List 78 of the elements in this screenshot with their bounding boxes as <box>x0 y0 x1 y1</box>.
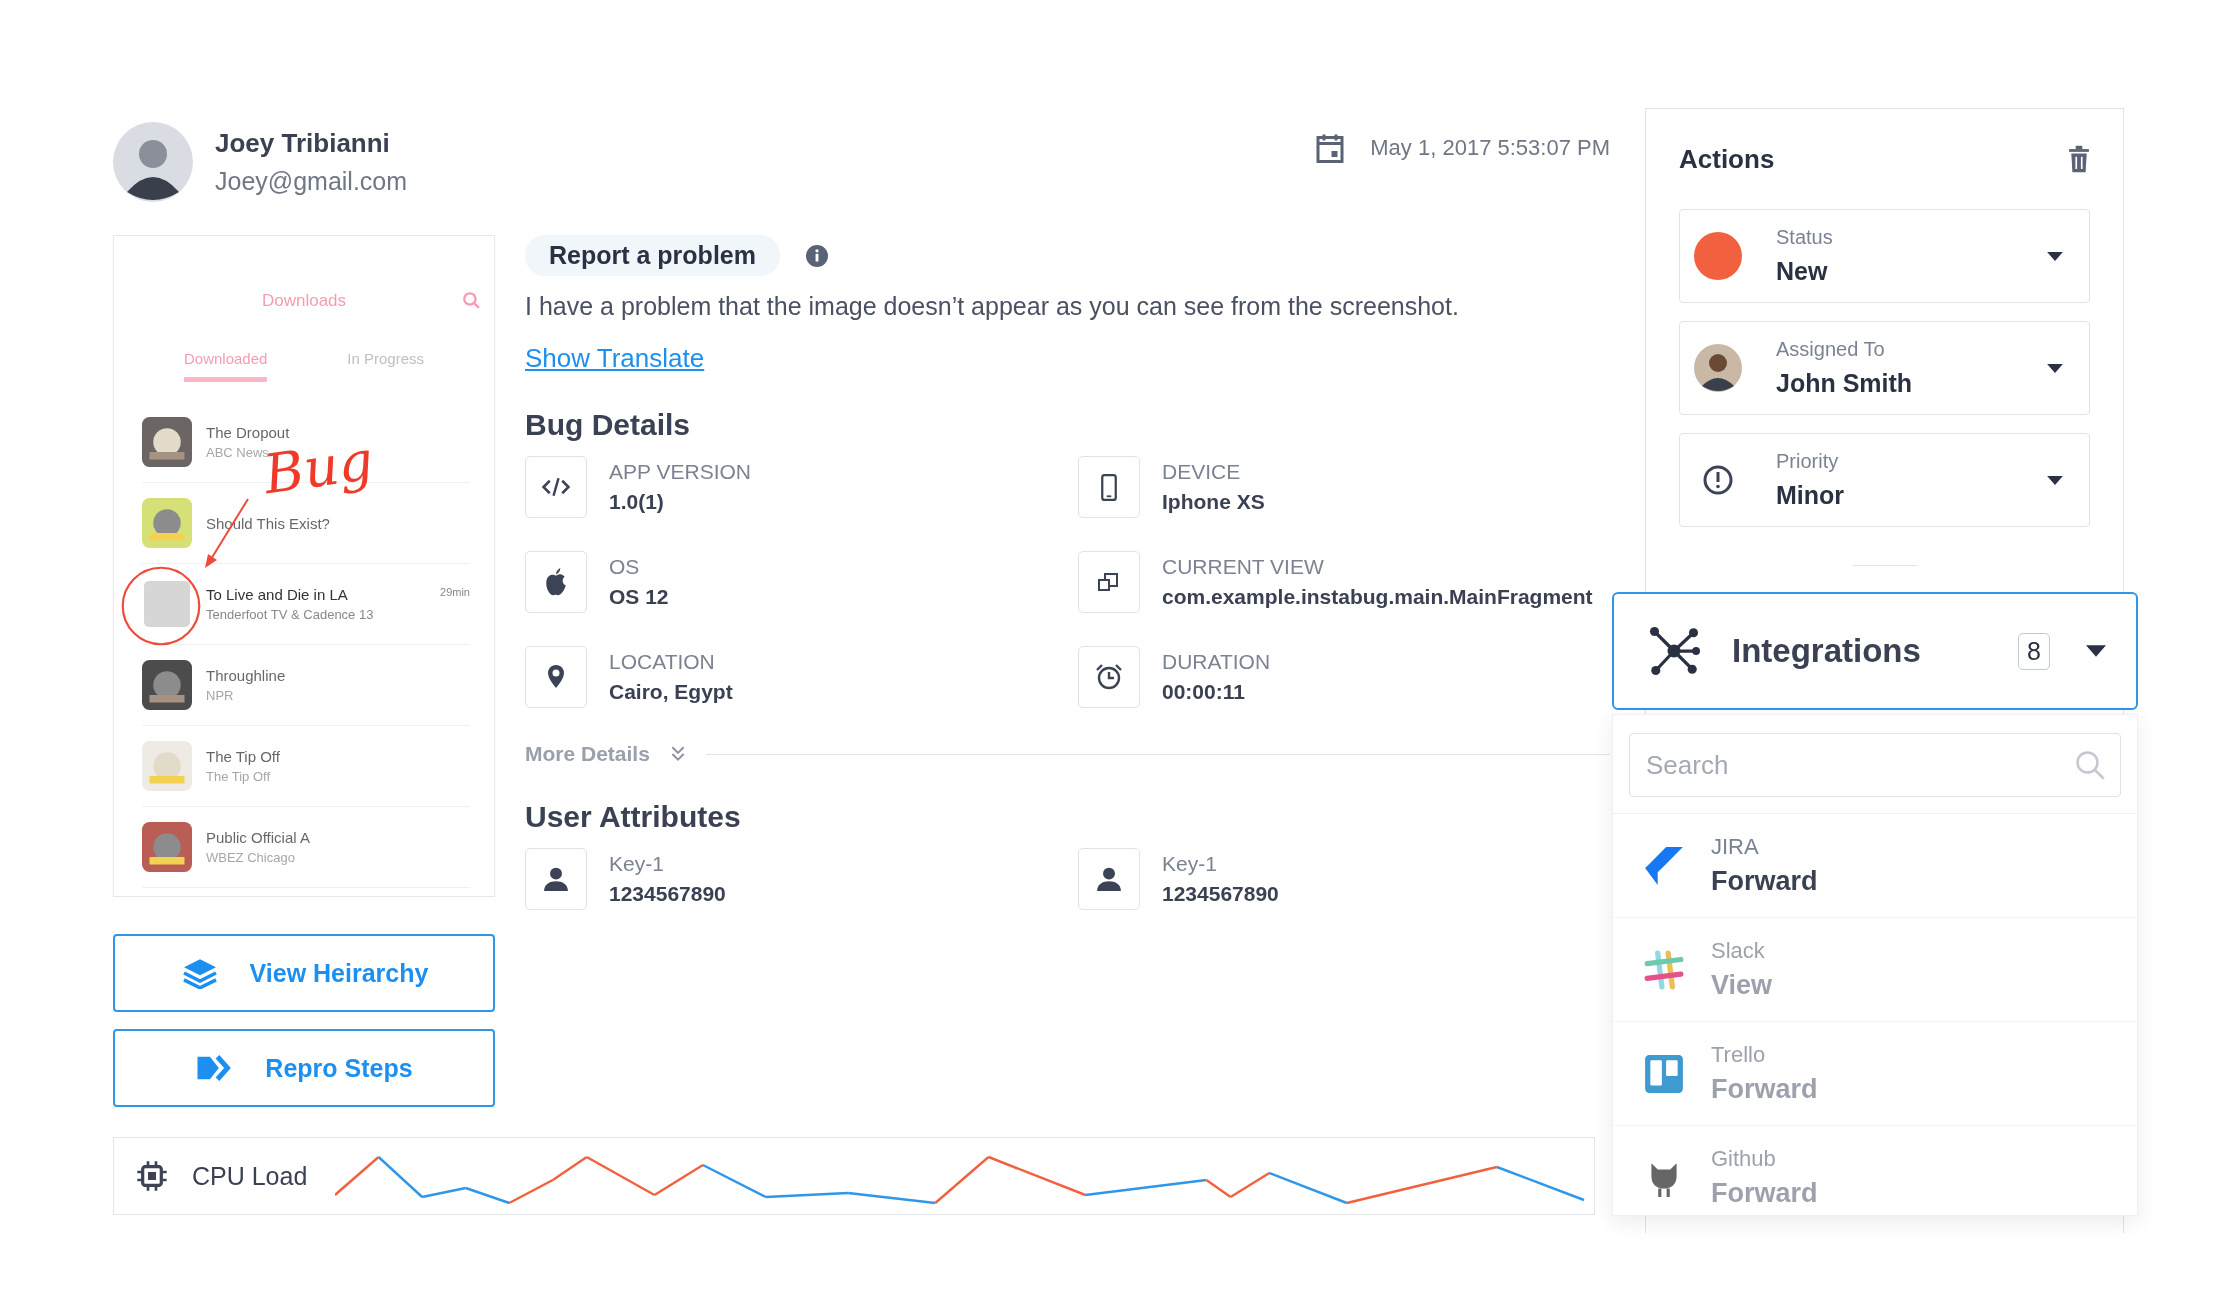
user-name: Joey Tribianni <box>215 128 391 159</box>
detail-label: DURATION <box>1162 650 1271 674</box>
network-icon <box>1648 625 1700 677</box>
assignee-avatar <box>1694 344 1742 392</box>
attribute-key: Key-1 <box>1162 852 1279 876</box>
detail-label: CURRENT VIEW <box>1162 555 1325 579</box>
field-value: New <box>1776 257 1829 286</box>
user-icon <box>543 866 569 892</box>
caret-icon <box>2047 363 2063 373</box>
dropdown-field[interactable]: Assigned To John Smith <box>1679 321 2090 415</box>
report-timestamp: May 1, 2017 5:53:07 PM <box>1370 135 1610 161</box>
field-label: Priority <box>1776 450 1840 473</box>
thumbnail-placeholder <box>144 581 190 627</box>
caret-icon <box>2047 475 2063 485</box>
detail-value: 00:00:11 <box>1162 680 1246 704</box>
caret-icon <box>2086 645 2106 657</box>
category-badge: Report a problem <box>525 235 780 276</box>
show-translate-link[interactable]: Show Translate <box>525 343 705 374</box>
apple-icon <box>543 566 569 598</box>
hash-icon <box>1643 948 1685 991</box>
episode-title: Public Official A <box>206 829 311 846</box>
detail-value: 1.0(1) <box>609 490 665 514</box>
detail-label: DEVICE <box>1162 460 1242 484</box>
caret-icon <box>2047 251 2063 261</box>
attribute-value: 1234567890 <box>609 882 726 906</box>
code-icon <box>541 477 571 497</box>
detail-value: OS 12 <box>609 585 669 609</box>
count-badge: 8 <box>2018 632 2050 670</box>
field-value: John Smith <box>1776 369 1914 398</box>
user-email: Joey@gmail.com <box>215 167 408 196</box>
screen-title: Downloads <box>261 291 347 311</box>
cpu-chip-icon <box>136 1160 168 1192</box>
section-title: Bug Details <box>525 408 692 442</box>
section-title: User Attributes <box>525 800 742 834</box>
alarm-clock-icon <box>1095 663 1123 691</box>
info-icon <box>806 244 828 267</box>
episode-duration: 29min <box>440 586 470 598</box>
attribute-key: Key-1 <box>609 852 726 876</box>
episode-subtitle: Tenderfoot TV & Cadence 13 <box>206 607 375 622</box>
outline-button[interactable]: View Heirarchy <box>113 934 495 1012</box>
episode-title: The Tip Off <box>206 748 281 765</box>
episode-subtitle: The Tip Off <box>206 769 272 784</box>
episode-title: To Live and Die in LA <box>206 586 349 603</box>
field-label: Status <box>1776 226 1834 249</box>
episode-title: The Dropout <box>206 424 291 441</box>
screen-tab[interactable]: Downloaded <box>183 350 268 382</box>
panel-title: Actions <box>1679 143 1775 175</box>
search-icon <box>2075 750 2105 780</box>
detail-value: Iphone XS <box>1162 490 1265 514</box>
screen-tab[interactable]: In Progress <box>347 350 424 382</box>
trash-icon[interactable] <box>2068 145 2090 173</box>
detail-label: OS <box>609 555 641 579</box>
more-details-toggle[interactable]: More Details <box>525 742 650 766</box>
outline-button[interactable]: Repro Steps <box>113 1029 495 1107</box>
episode-subtitle: NPR <box>206 688 235 703</box>
field-label: Assigned To <box>1776 338 1886 361</box>
field-value: Minor <box>1776 481 1846 510</box>
location-pin-icon <box>546 664 566 690</box>
episode-subtitle: WBEZ Chicago <box>206 850 296 865</box>
dropdown-field[interactable]: Status New <box>1679 209 2090 303</box>
board-icon <box>1643 1052 1685 1095</box>
report-message: I have a problem that the image doesn’t appear as you can see from the screenshot. <box>525 292 1460 321</box>
episode-title: Throughline <box>206 667 287 684</box>
user-icon <box>1096 866 1122 892</box>
detail-value: Cairo, Egypt <box>609 680 733 704</box>
integrations-dropdown[interactable]: Integrations 8 <box>1612 592 2138 710</box>
double-chevron-icon <box>669 745 686 763</box>
integration-item[interactable]: JIRA Forward <box>1613 813 2137 917</box>
search-icon <box>462 291 480 309</box>
search-field[interactable]: Search <box>1629 733 2121 797</box>
attribute-value: 1234567890 <box>1162 882 1279 906</box>
cpu-load-label: CPU Load <box>191 1161 308 1191</box>
detail-label: APP VERSION <box>609 460 751 484</box>
phone-icon <box>1100 473 1118 501</box>
windows-icon <box>1097 570 1121 594</box>
dropdown-field[interactable]: Priority Minor <box>1679 433 2090 527</box>
detail-value: com.example.instabug.main.MainFragment <box>1162 585 1593 609</box>
detail-label: LOCATION <box>609 650 716 674</box>
